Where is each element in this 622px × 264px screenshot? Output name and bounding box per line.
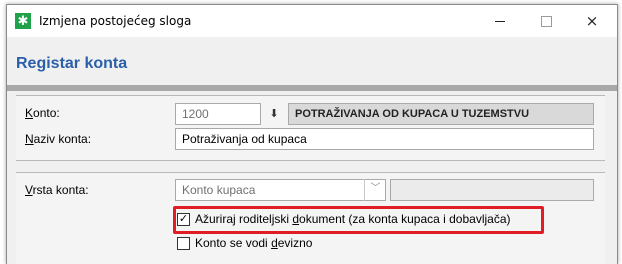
dialog-window: ✱ Izmjena postojećeg sloga × Registar ko… [6,4,618,264]
lookup-download-icon[interactable]: ⬇ [262,103,286,125]
window-title: Izmjena postojećeg sloga [39,14,192,28]
maximize-icon [540,16,552,27]
devizno-checkbox[interactable] [177,237,190,250]
minimize-button[interactable] [477,5,523,37]
title-bar[interactable]: ✱ Izmjena postojećeg sloga × [7,5,617,37]
minimize-icon [495,21,505,22]
naziv-konta-label: Naziv konta: [25,132,92,146]
azuriraj-checkbox[interactable]: ✓ [177,213,190,226]
konto-description-field: POTRAŽIVANJA OD KUPACA U TUZEMSTVU [288,103,594,125]
maximize-button[interactable] [523,5,569,37]
vrsta-konta-select[interactable]: Konto kupaca [175,179,386,201]
devizno-checkbox-label[interactable]: Konto se vodi devizno [195,236,312,250]
close-button[interactable]: × [569,5,615,37]
naziv-konta-input[interactable]: Potraživanja od kupaca [175,128,594,150]
page-title: Registar konta [16,55,128,72]
vrsta-konta-label: Vrsta konta: [25,183,89,197]
close-icon: × [585,12,599,30]
chevron-down-icon[interactable]: ﹀ [364,179,386,201]
header-divider [7,85,617,91]
vrsta-konta-extra-field [390,179,594,201]
green-star-icon: ✱ [15,13,31,29]
konto-code-field[interactable]: 1200 [175,103,261,125]
konto-label: Konto: [25,106,60,120]
azuriraj-checkbox-label[interactable]: Ažuriraj roditeljski dokument (za konta … [195,212,511,226]
